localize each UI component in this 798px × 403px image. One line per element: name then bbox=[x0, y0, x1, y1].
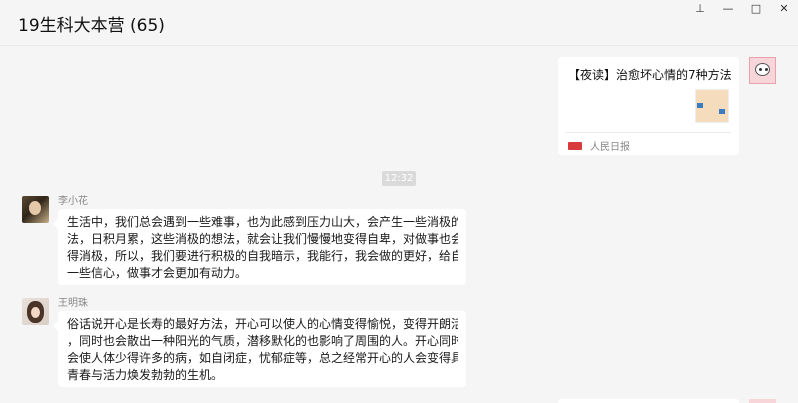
message-line: ，同时也会散出一种阳光的气质，潜移默化的也影响了周围的人。开心同时也 bbox=[67, 334, 458, 348]
avatar bbox=[749, 399, 776, 403]
sender-name: 李小花 bbox=[58, 196, 88, 207]
message-line: 得消极，所以，我们要进行积极的自我暗示，我能行，我会做的更好，给自己 bbox=[67, 249, 458, 263]
maximize-icon[interactable]: □ bbox=[742, 0, 770, 16]
message-bubble[interactable]: 生活中，我们总会遇到一些难事，也为此感到压力山大，会产生一些消极的想 法，日积月… bbox=[53, 209, 466, 285]
message-line: 青春与活力焕发勃勃的生机。 bbox=[67, 368, 224, 382]
article-source: 人民日报 bbox=[568, 138, 630, 153]
avatar[interactable] bbox=[22, 298, 49, 325]
avatar[interactable] bbox=[22, 196, 49, 223]
next-message-peek bbox=[558, 399, 739, 403]
source-name: 人民日报 bbox=[590, 142, 630, 153]
minimize-icon[interactable]: — bbox=[714, 0, 742, 16]
message-area[interactable]: 【夜读】治愈坏心情的7种方法 人民日报 12:32 李小花 生活中，我们总会遇到… bbox=[0, 46, 798, 403]
pin-icon[interactable]: ⊥ bbox=[686, 0, 714, 16]
source-logo-icon bbox=[568, 141, 582, 150]
timestamp: 12:32 bbox=[382, 171, 416, 186]
chat-title: 19生科大本营 (65) bbox=[18, 16, 165, 36]
message-line: 法，日积月累，这些消极的想法，就会让我们慢慢地变得自卑，对做事也会变 bbox=[67, 232, 458, 246]
message-bubble[interactable]: 俗话说开心是长寿的最好方法，开心可以使人的心情变得愉悦，变得开朗活泼 ，同时也会… bbox=[53, 311, 466, 387]
message-line: 生活中，我们总会遇到一些难事，也为此感到压力山大，会产生一些消极的想 bbox=[67, 215, 458, 229]
article-thumbnail bbox=[695, 89, 729, 123]
avatar[interactable] bbox=[749, 57, 776, 84]
message-line: 俗话说开心是长寿的最好方法，开心可以使人的心情变得愉悦，变得开朗活泼 bbox=[67, 317, 458, 331]
message-line: 会使人体少得许多的病，如自闭症，忧郁症等，总之经常开心的人会变得具有 bbox=[67, 351, 458, 365]
close-icon[interactable]: ✕ bbox=[770, 0, 798, 16]
message-line: 一些信心，做事才会更加有动力。 bbox=[67, 266, 248, 280]
article-title: 【夜读】治愈坏心情的7种方法 bbox=[568, 68, 732, 82]
card-divider bbox=[566, 132, 731, 133]
chat-header: 19生科大本营 (65) ⊥ — □ ✕ bbox=[0, 0, 798, 46]
window-controls: ⊥ — □ ✕ bbox=[686, 0, 798, 16]
shared-article-card[interactable]: 【夜读】治愈坏心情的7种方法 人民日报 bbox=[558, 57, 739, 155]
sender-name: 王明珠 bbox=[58, 298, 88, 309]
